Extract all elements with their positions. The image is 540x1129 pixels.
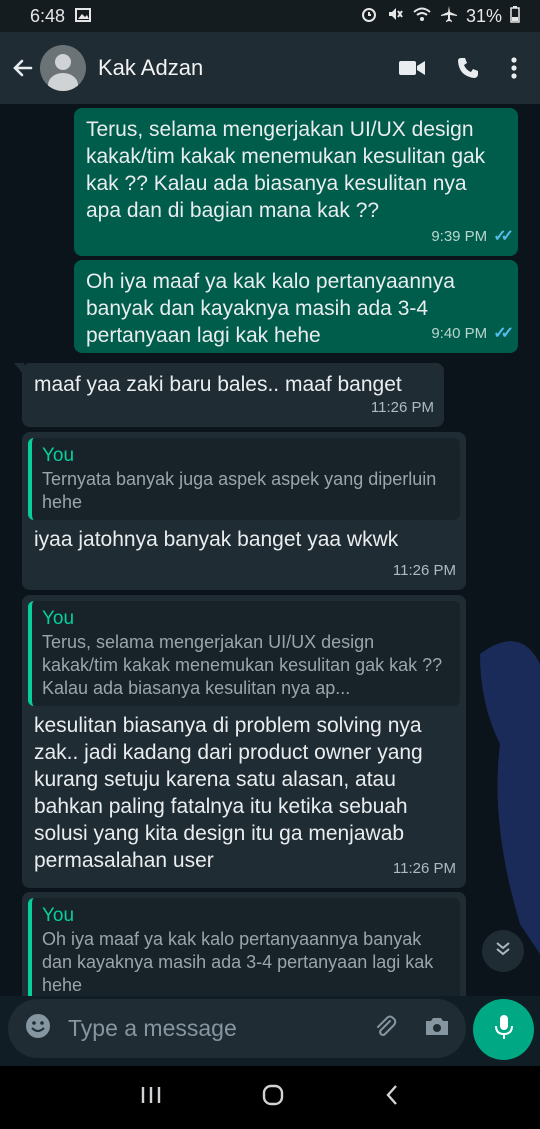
- contact-name[interactable]: Kak Adzan: [98, 55, 203, 81]
- recent-apps-icon[interactable]: [140, 1085, 162, 1110]
- system-nav-bar: [0, 1066, 540, 1129]
- message-text: Terus, selama mengerjakan UI/UX design k…: [86, 118, 486, 222]
- message-input[interactable]: Type a message: [68, 1015, 372, 1042]
- chat-area[interactable]: Terus, selama mengerjakan UI/UX design k…: [0, 104, 540, 996]
- mic-icon: [493, 1013, 515, 1046]
- status-time: 6:48: [30, 5, 66, 26]
- quoted-text: Oh iya maaf ya kak kalo pertanyaannya ba…: [42, 929, 434, 995]
- home-icon[interactable]: [261, 1083, 285, 1112]
- camera-icon[interactable]: [424, 1014, 450, 1043]
- more-vert-icon[interactable]: [510, 56, 518, 80]
- message-time: 11:26 PM: [370, 399, 434, 416]
- message-incoming-reply[interactable]: You Terus, selama mengerjakan UI/UX desi…: [22, 595, 466, 888]
- message-incoming-reply[interactable]: You Oh iya maaf ya kak kalo pertanyaanny…: [22, 892, 466, 996]
- wifi-icon: [412, 5, 432, 28]
- quoted-text: Terus, selama mengerjakan UI/UX design k…: [42, 632, 443, 698]
- chat-header: Kak Adzan: [0, 32, 540, 104]
- message-incoming-reply[interactable]: You Ternyata banyak juga aspek aspek yan…: [22, 432, 466, 590]
- quoted-message[interactable]: You Oh iya maaf ya kak kalo pertanyaanny…: [28, 898, 460, 996]
- quoted-text: Ternyata banyak juga aspek aspek yang di…: [42, 469, 437, 512]
- contact-avatar[interactable]: [40, 45, 86, 91]
- quoted-message[interactable]: You Terus, selama mengerjakan UI/UX desi…: [28, 601, 460, 706]
- status-bar: 6:48 31%: [0, 0, 540, 32]
- read-ticks-icon: ✓✓: [493, 325, 514, 342]
- back-arrow-icon[interactable]: [6, 51, 40, 85]
- video-call-icon[interactable]: [398, 58, 426, 78]
- scroll-to-bottom-button[interactable]: [482, 930, 524, 972]
- quoted-author: You: [42, 445, 75, 466]
- quoted-author: You: [42, 905, 75, 926]
- attach-icon[interactable]: [372, 1013, 398, 1044]
- battery-level: 31%: [465, 5, 502, 26]
- gallery-notification-icon: [75, 6, 92, 27]
- mute-icon: [386, 5, 404, 28]
- chevron-down-double-icon: [494, 940, 512, 963]
- message-time: 9:39 PM: [431, 228, 488, 245]
- quoted-message[interactable]: You Ternyata banyak juga aspek aspek yan…: [28, 438, 460, 520]
- mic-button[interactable]: [473, 999, 534, 1060]
- message-outgoing[interactable]: Oh iya maaf ya kak kalo pertanyaannya ba…: [74, 260, 518, 353]
- back-nav-icon[interactable]: [384, 1083, 400, 1112]
- quoted-author: You: [42, 608, 75, 629]
- airplane-mode-icon: [440, 5, 458, 28]
- message-incoming[interactable]: maaf yaa zaki baru bales.. maaf banget 1…: [14, 363, 444, 427]
- message-text: iyaa jatohnya banyak banget yaa wkwk: [34, 528, 399, 551]
- message-time: 11:26 PM: [392, 562, 456, 579]
- battery-icon: [510, 5, 520, 28]
- message-text: kesulitan biasanya di problem solving ny…: [34, 714, 423, 872]
- message-outgoing[interactable]: Terus, selama mengerjakan UI/UX design k…: [74, 108, 518, 256]
- alarm-icon: [360, 5, 378, 28]
- emoji-icon[interactable]: [24, 1012, 52, 1045]
- message-time: 9:40 PM: [431, 325, 488, 342]
- phone-icon[interactable]: [456, 56, 480, 80]
- message-time: 11:26 PM: [392, 860, 456, 877]
- read-ticks-icon: ✓✓: [493, 228, 514, 245]
- message-composer[interactable]: Type a message: [8, 999, 466, 1058]
